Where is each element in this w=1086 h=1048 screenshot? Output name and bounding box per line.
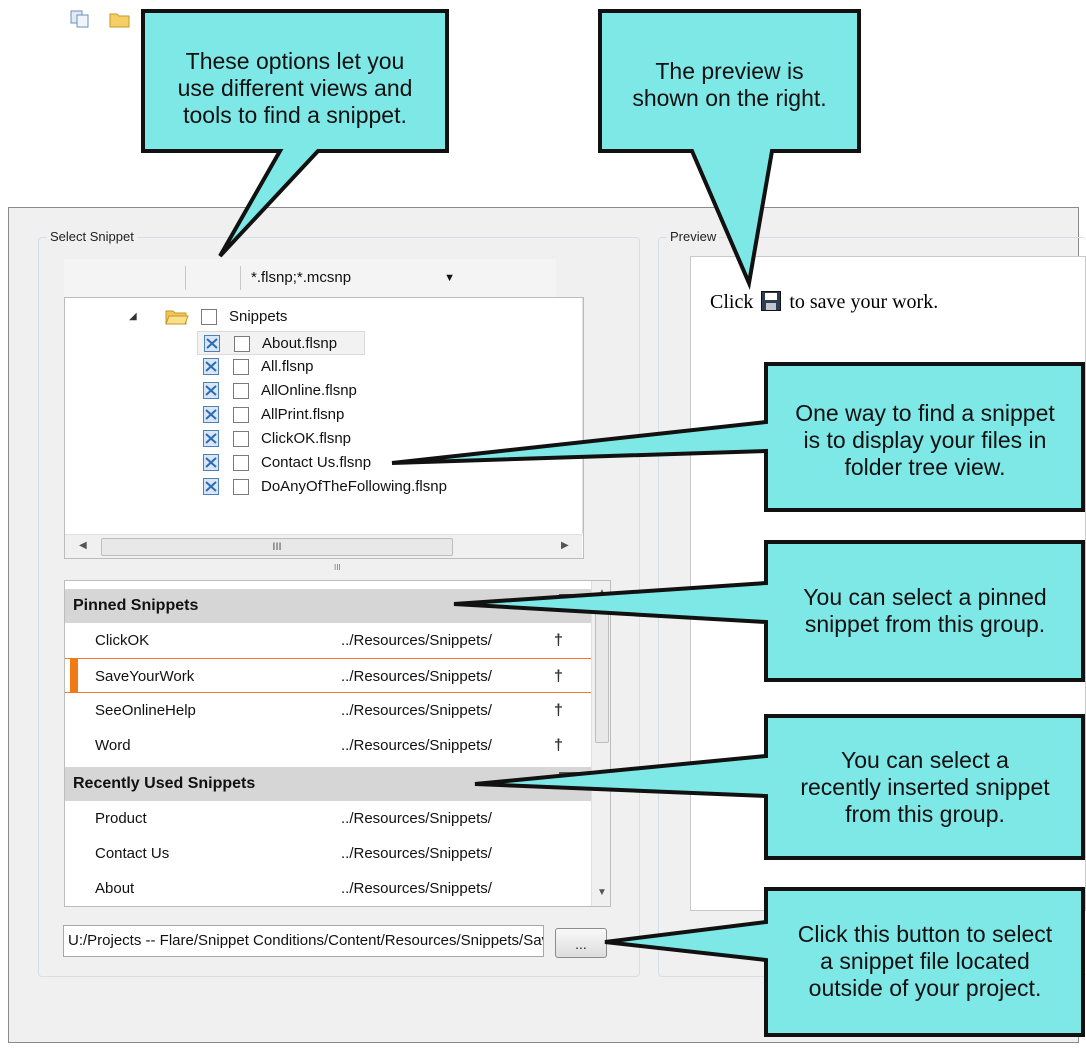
callout-line: The preview is: [655, 58, 804, 84]
callout-preview: The preview is shown on the right.: [600, 58, 859, 112]
callout-toolbar: These options let you use different view…: [143, 48, 447, 129]
callout-line: outside of your project.: [808, 975, 1042, 1001]
callout-line: recently inserted snippet: [800, 774, 1050, 800]
callout-line: These options let you: [185, 48, 405, 74]
callout-line: is to display your files in: [803, 427, 1047, 453]
callout-line: a snippet file located: [820, 948, 1030, 974]
callout-line: Click this button to select: [797, 921, 1053, 947]
callout-preview-shape: [598, 9, 861, 290]
callout-line: You can select a: [841, 747, 1009, 773]
callout-line: You can select a pinned: [803, 584, 1047, 610]
callout-line: from this group.: [845, 801, 1005, 827]
callout-line: folder tree view.: [844, 454, 1006, 480]
callout-pinned: You can select a pinned snippet from thi…: [768, 584, 1082, 638]
callout-line: tools to find a snippet.: [183, 102, 407, 128]
callout-line: use different views and: [177, 75, 413, 101]
callout-line: snippet from this group.: [804, 611, 1046, 637]
callout-shapes: [141, 9, 1085, 1037]
callout-browse: Click this button to select a snippet fi…: [768, 921, 1082, 1002]
callout-line: One way to find a snippet: [795, 400, 1055, 426]
callout-tree: One way to find a snippet is to display …: [768, 400, 1082, 481]
callout-recent: You can select a recently inserted snipp…: [768, 747, 1082, 828]
callout-line: shown on the right.: [632, 85, 827, 111]
